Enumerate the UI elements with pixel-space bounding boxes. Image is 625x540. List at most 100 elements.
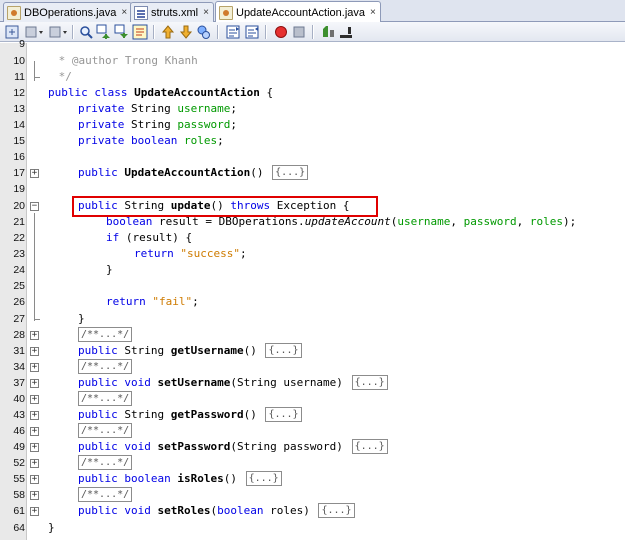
code-line: 43 + public String getPassword() {...} <box>0 407 625 423</box>
code-line: 11 */ <box>0 69 625 85</box>
line-number: 31 <box>13 345 25 357</box>
code-line: 37 + public void setUsername(String user… <box>0 375 625 391</box>
line-number: 12 <box>13 87 25 99</box>
line-number: 27 <box>13 313 25 325</box>
code-line: 14 private String password; <box>0 117 625 133</box>
expand-fold-icon[interactable]: + <box>30 475 39 484</box>
code-line: 10 * @author Trong Khanh <box>0 53 625 69</box>
code-text: } <box>48 521 55 534</box>
expand-fold-icon[interactable]: + <box>30 379 39 388</box>
line-number: 22 <box>13 232 25 244</box>
code-text: */ <box>52 70 72 83</box>
line-number: 28 <box>13 329 25 341</box>
folded-doc-comment[interactable]: /**...*/ <box>78 327 133 342</box>
expand-fold-icon[interactable]: + <box>30 427 39 436</box>
expand-fold-icon[interactable]: + <box>30 459 39 468</box>
tab-label: DBOperations.java <box>24 6 117 19</box>
code-text: private String password; <box>78 118 237 131</box>
expand-fold-icon[interactable]: + <box>30 507 39 516</box>
expand-fold-icon[interactable]: + <box>30 491 39 500</box>
tab-updateaccountaction-java[interactable]: UpdateAccountAction.java × <box>215 1 381 23</box>
highlight-box <box>72 196 378 217</box>
code-text: public void setRoles(boolean roles) {...… <box>78 503 355 519</box>
line-number: 15 <box>13 135 25 147</box>
code-line: 58 + /**...*/ <box>0 487 625 503</box>
code-line: 16 <box>0 149 625 165</box>
line-number: 43 <box>13 409 25 421</box>
code-text: public UpdateAccountAction() {...} <box>78 165 309 181</box>
close-tab-icon[interactable]: × <box>370 7 376 18</box>
code-text: private boolean roles; <box>78 134 224 147</box>
line-number: 58 <box>13 489 25 501</box>
code-text: if (result) { <box>106 231 193 244</box>
folded-block[interactable]: {...} <box>351 439 388 454</box>
folded-doc-comment[interactable]: /**...*/ <box>78 423 133 438</box>
folded-doc-comment[interactable]: /**...*/ <box>78 455 133 470</box>
code-text: public String getPassword() {...} <box>78 407 302 423</box>
code-line: 27 } <box>0 311 625 327</box>
code-line: 49 + public void setPassword(String pass… <box>0 439 625 455</box>
editor-tab-strip: DBOperations.java × struts.xml × UpdateA… <box>0 0 625 23</box>
code-line: 17 + public UpdateAccountAction() {...} <box>0 165 625 181</box>
code-editor[interactable]: 9 10 * @author Trong Khanh 11 */ 12 publ… <box>0 38 625 540</box>
line-number: 21 <box>13 216 25 228</box>
expand-fold-icon[interactable]: + <box>30 443 39 452</box>
line-number: 26 <box>13 296 25 308</box>
expand-fold-icon[interactable]: + <box>30 331 39 340</box>
line-number: 24 <box>13 264 25 276</box>
code-line: 25 <box>0 278 625 294</box>
tab-dboperations-java[interactable]: DBOperations.java × <box>3 2 133 22</box>
code-line: 13 private String username; <box>0 101 625 117</box>
line-number: 25 <box>13 280 25 292</box>
folded-doc-comment[interactable]: /**...*/ <box>78 487 133 502</box>
expand-fold-icon[interactable]: + <box>30 347 39 356</box>
tab-struts-xml[interactable]: struts.xml × <box>130 2 214 22</box>
line-number: 37 <box>13 377 25 389</box>
code-line: 23 return "success"; <box>0 246 625 262</box>
tab-label: struts.xml <box>151 6 199 19</box>
code-text: return "success"; <box>134 247 247 260</box>
code-text: public void setUsername(String username)… <box>78 375 388 391</box>
line-number: 17 <box>13 167 25 179</box>
line-number: 9 <box>19 38 25 50</box>
folded-doc-comment[interactable]: /**...*/ <box>78 391 133 406</box>
code-text: private String username; <box>78 102 237 115</box>
folded-block[interactable]: {...} <box>265 407 302 422</box>
expand-fold-icon[interactable]: + <box>30 395 39 404</box>
java-file-icon <box>7 5 21 20</box>
code-line: 22 if (result) { <box>0 230 625 246</box>
code-text: /**...*/ <box>76 455 133 471</box>
line-number: 10 <box>13 55 25 67</box>
code-line: 24 } <box>0 262 625 278</box>
xml-file-icon <box>134 5 148 20</box>
line-number: 20 <box>13 200 25 212</box>
folded-block[interactable]: {...} <box>245 471 282 486</box>
code-line: 40 + /**...*/ <box>0 391 625 407</box>
folded-block[interactable]: {...} <box>265 343 302 358</box>
line-number: 55 <box>13 473 25 485</box>
folded-block[interactable]: {...} <box>318 503 355 518</box>
code-text: } <box>78 312 85 325</box>
code-text: /**...*/ <box>76 391 133 407</box>
folded-block[interactable]: {...} <box>351 375 388 390</box>
expand-fold-icon[interactable]: + <box>30 411 39 420</box>
expand-fold-icon[interactable]: + <box>30 363 39 372</box>
line-number: 40 <box>13 393 25 405</box>
line-number: 13 <box>13 103 25 115</box>
tab-label: UpdateAccountAction.java <box>236 6 366 19</box>
folded-block[interactable]: {...} <box>272 165 309 180</box>
code-line: 61 + public void setRoles(boolean roles)… <box>0 503 625 519</box>
code-line: 46 + /**...*/ <box>0 423 625 439</box>
folded-doc-comment[interactable]: /**...*/ <box>78 359 133 374</box>
code-line: 34 + /**...*/ <box>0 359 625 375</box>
close-tab-icon[interactable]: × <box>121 7 127 18</box>
code-line: 12 public class UpdateAccountAction { <box>0 85 625 101</box>
code-line: 9 <box>0 36 625 52</box>
close-tab-icon[interactable]: × <box>203 7 209 18</box>
code-text: } <box>106 263 113 276</box>
line-number: 46 <box>13 425 25 437</box>
code-line: 55 + public boolean isRoles() {...} <box>0 471 625 487</box>
collapse-fold-icon[interactable]: − <box>30 202 39 211</box>
line-number: 23 <box>13 248 25 260</box>
expand-fold-icon[interactable]: + <box>30 169 39 178</box>
